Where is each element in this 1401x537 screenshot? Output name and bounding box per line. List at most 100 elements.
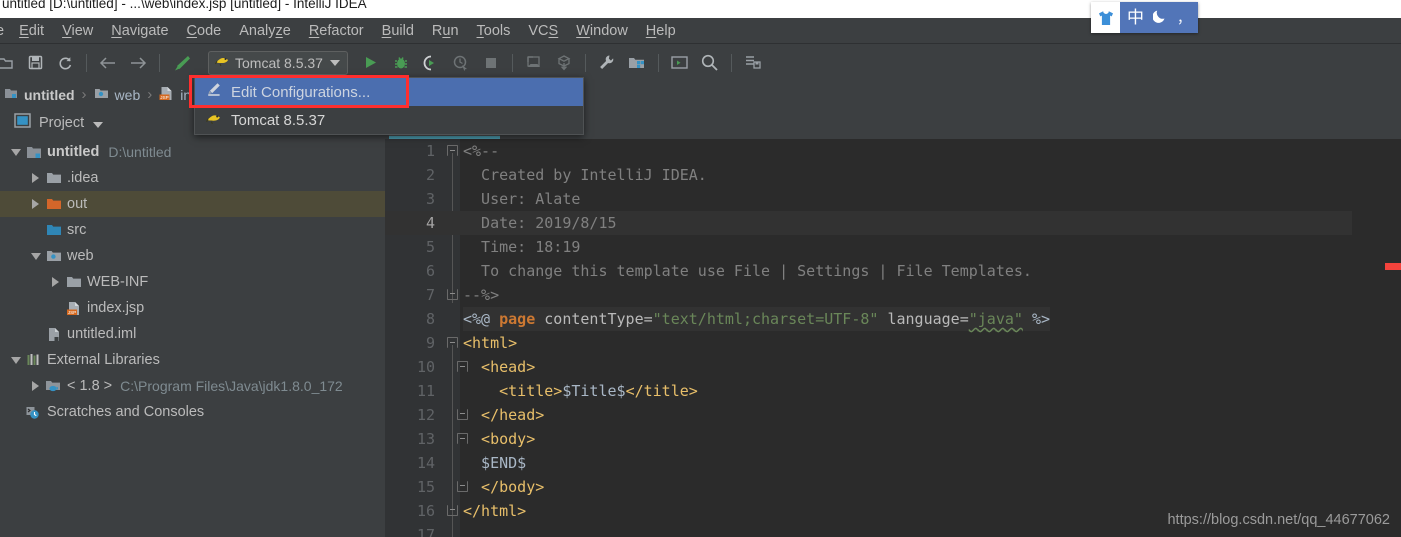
code-line-15[interactable]: 15 </body>: [385, 475, 1401, 499]
jsp-directive-open: <%@: [463, 310, 500, 328]
fold-marker-open[interactable]: [447, 145, 458, 156]
menu-item-tools[interactable]: Tools: [468, 18, 520, 44]
menu-item-run[interactable]: Run: [423, 18, 468, 44]
tshirt-skin-icon[interactable]: [1091, 2, 1120, 33]
open-icon[interactable]: [0, 50, 18, 76]
tree-label: Scratches and Consoles: [47, 404, 205, 420]
chevron-down-icon[interactable]: [93, 121, 104, 128]
save-icon[interactable]: [22, 50, 48, 76]
search-magnifier-icon[interactable]: [697, 50, 723, 76]
editor-error-strip[interactable]: [1352, 139, 1401, 537]
menu-item-navigate[interactable]: Navigate: [102, 18, 177, 44]
menu-item-analyze[interactable]: Analyze: [230, 18, 300, 44]
code-line-5[interactable]: 5 Time: 18:19: [385, 235, 1401, 259]
code-text: $END$: [463, 454, 527, 472]
code-line-9[interactable]: 9 <html>: [385, 331, 1401, 355]
watermark-text: https://blog.csdn.net/qq_44677062: [1167, 512, 1390, 528]
chevron-down-icon[interactable]: [28, 252, 43, 260]
fold-marker-close[interactable]: [447, 505, 458, 516]
code-line-4[interactable]: 4 Date: 2019/8/15: [385, 211, 1401, 235]
code-line-10[interactable]: 10 <head>: [385, 355, 1401, 379]
tree-row-external-libraries[interactable]: External Libraries: [0, 347, 385, 373]
ime-floating-bar[interactable]: 中 ，: [1091, 2, 1198, 33]
menu-item-view[interactable]: View: [53, 18, 102, 44]
menu-item-code[interactable]: Code: [178, 18, 231, 44]
fold-marker-close[interactable]: [447, 289, 458, 300]
build-hammer-icon[interactable]: [170, 50, 196, 76]
code-line-14[interactable]: 14 $END$: [385, 451, 1401, 475]
database-icon[interactable]: [740, 50, 766, 76]
ime-punctuation-toggle[interactable]: ，: [1177, 10, 1191, 26]
project-tree-panel[interactable]: untitled D:\untitled .idea out src web W…: [0, 139, 385, 537]
tree-label: untitled.iml: [67, 326, 137, 342]
tree-row-src[interactable]: src: [0, 217, 385, 243]
chevron-right-icon[interactable]: [28, 173, 43, 183]
menu-item-refactor[interactable]: Refactor: [300, 18, 373, 44]
menu-item-edit[interactable]: Edit: [10, 18, 53, 44]
tree-row-untitled-iml[interactable]: untitled.iml: [0, 321, 385, 347]
line-number: 12: [416, 406, 435, 424]
line-number: 8: [425, 310, 435, 328]
line-number: 1: [425, 142, 435, 160]
code-line-3[interactable]: 3 User: Alate: [385, 187, 1401, 231]
sync-icon[interactable]: [52, 50, 78, 76]
wrench-settings-icon[interactable]: [594, 50, 620, 76]
tree-row-untitled[interactable]: untitled D:\untitled: [0, 139, 385, 165]
line-number: 13: [416, 430, 435, 448]
module-icon: [4, 86, 18, 103]
menu-item-vcs[interactable]: VCS: [519, 18, 567, 44]
menu-item-window[interactable]: Window: [567, 18, 637, 44]
code-line-12[interactable]: 12 </head>: [385, 403, 1401, 427]
code-line-1[interactable]: 1 <%--: [385, 139, 1401, 163]
fold-marker-open[interactable]: [447, 337, 458, 348]
debug-bug-icon[interactable]: [388, 50, 414, 76]
code-editor[interactable]: 1 <%-- 2 Created by IntelliJ IDEA. 3 Use…: [385, 139, 1401, 537]
breadcrumb-item-indexjsp[interactable]: JSP in: [159, 86, 191, 104]
tree-row-index-jsp[interactable]: JSP index.jsp: [0, 295, 385, 321]
run-configuration-selector[interactable]: Tomcat 8.5.37: [208, 50, 348, 75]
run-with-coverage-icon[interactable]: [418, 50, 444, 76]
profile-icon[interactable]: [448, 50, 474, 76]
stop-square-icon[interactable]: [478, 50, 504, 76]
code-line-2[interactable]: 2 Created by IntelliJ IDEA.: [385, 163, 1401, 187]
code-line-6[interactable]: 6 To change this template use File | Set…: [385, 259, 1401, 283]
chevron-right-icon[interactable]: [28, 199, 43, 209]
ime-mode-chinese[interactable]: 中: [1127, 9, 1144, 26]
tree-row-scratches[interactable]: Scratches and Consoles: [0, 399, 385, 425]
arrow-right-icon[interactable]: [125, 50, 151, 76]
arrow-left-icon[interactable]: [95, 50, 121, 76]
menu-item-file[interactable]: e: [0, 18, 10, 44]
tree-row-idea[interactable]: .idea: [0, 165, 385, 191]
chevron-right-icon[interactable]: [48, 277, 63, 287]
chevron-down-icon[interactable]: [329, 59, 340, 66]
code-line-7[interactable]: 7 --%>: [385, 283, 1401, 307]
breadcrumb-item-untitled[interactable]: untitled: [4, 86, 75, 103]
tree-row-out[interactable]: out: [0, 191, 385, 217]
crescent-moon-icon[interactable]: [1152, 8, 1168, 27]
code-line-8[interactable]: 8 <%@ page contentType="text/html;charse…: [385, 307, 1401, 331]
code-content[interactable]: 1 <%-- 2 Created by IntelliJ IDEA. 3 Use…: [385, 139, 1401, 537]
tree-row-web[interactable]: web: [0, 243, 385, 269]
breadcrumb-item-web[interactable]: web: [94, 86, 140, 103]
run-play-icon[interactable]: [358, 50, 384, 76]
chevron-right-icon[interactable]: [28, 381, 43, 391]
tree-row-jdk[interactable]: < 1.8 > C:\Program Files\Java\jdk1.8.0_1…: [0, 373, 385, 399]
menu-item-help[interactable]: Help: [637, 18, 685, 44]
update-application-icon[interactable]: [521, 50, 547, 76]
run-configuration-dropdown[interactable]: Edit Configurations... Tomcat 8.5.37: [194, 77, 584, 135]
menu-item-build[interactable]: Build: [373, 18, 423, 44]
terminal-icon[interactable]: [667, 50, 693, 76]
code-line-11[interactable]: 11 <title>$Title$</title>: [385, 379, 1401, 403]
chevron-down-icon[interactable]: [8, 356, 23, 364]
menu-item-edit-configurations[interactable]: Edit Configurations...: [195, 78, 583, 106]
pull-box-down-icon[interactable]: [551, 50, 577, 76]
project-structure-icon[interactable]: [624, 50, 650, 76]
code-line-13[interactable]: 13 <body>: [385, 427, 1401, 451]
tree-row-web-inf[interactable]: WEB-INF: [0, 269, 385, 295]
tomcat-cat-icon: [214, 52, 230, 73]
error-marker[interactable]: [1385, 263, 1401, 270]
menu-item-tomcat[interactable]: Tomcat 8.5.37: [195, 106, 583, 134]
chevron-down-icon[interactable]: [8, 148, 23, 156]
ime-mode-group[interactable]: 中 ，: [1120, 2, 1198, 33]
project-tool-window-button[interactable]: Project: [14, 112, 104, 134]
